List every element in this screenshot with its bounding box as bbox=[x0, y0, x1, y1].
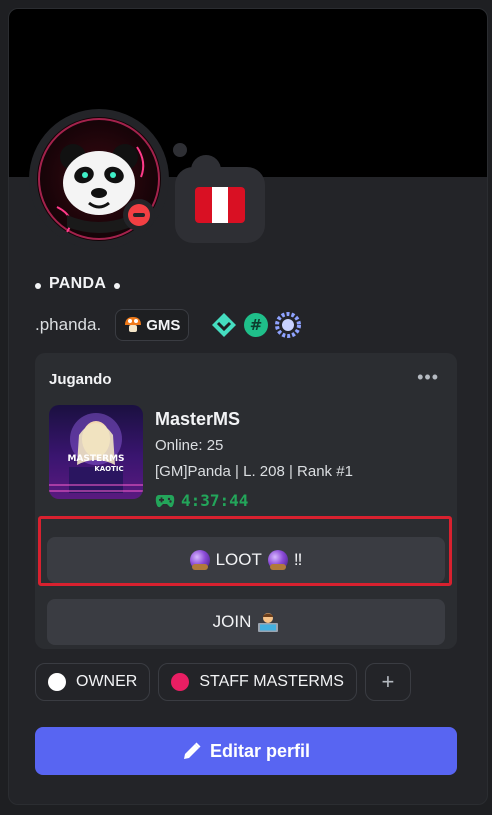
more-options-icon[interactable]: ••• bbox=[417, 367, 439, 388]
game-title: MasterMS bbox=[155, 409, 241, 429]
elapsed-time: 4:37:44 bbox=[181, 491, 249, 510]
decor-dot-right bbox=[114, 283, 121, 289]
thought-bubble-small bbox=[173, 143, 187, 157]
elapsed-timer: 4:37:44 bbox=[155, 491, 248, 510]
loot-suffix: ‼ bbox=[293, 550, 303, 569]
nitro-laurel-icon[interactable] bbox=[275, 312, 302, 338]
profile-card: PANDA .phanda. GMS # Jugando ••• MASTERM… bbox=[8, 8, 488, 805]
join-button[interactable]: JOIN bbox=[47, 599, 445, 645]
edit-profile-button[interactable]: Editar perfil bbox=[35, 727, 457, 775]
game-details: [GM]Panda | L. 208 | Rank #1 bbox=[155, 463, 353, 480]
activity-card: Jugando ••• MASTERMS KAOTIC MasterMS Onl… bbox=[35, 353, 457, 649]
svg-text:KAOTIC: KAOTIC bbox=[94, 465, 123, 473]
pencil-icon bbox=[183, 742, 201, 759]
gamepad-icon bbox=[155, 494, 175, 507]
hashtag-badge-icon[interactable]: # bbox=[243, 312, 269, 338]
username-row: .phanda. GMS # bbox=[35, 309, 302, 341]
loot-label: LOOT bbox=[215, 550, 262, 569]
loot-button[interactable]: LOOT ‼ bbox=[47, 537, 445, 583]
add-role-button[interactable]: + bbox=[364, 663, 411, 701]
role-label: OWNER bbox=[76, 673, 138, 690]
dnd-status-icon bbox=[123, 199, 155, 231]
hypesquad-balance-icon[interactable] bbox=[211, 312, 237, 338]
game-online-count: Online: 25 bbox=[155, 437, 224, 454]
svg-text:MASTERMS: MASTERMS bbox=[67, 454, 124, 464]
server-tag[interactable]: GMS bbox=[115, 309, 190, 341]
badge-list: # bbox=[211, 312, 302, 338]
crystal-ball-icon bbox=[189, 550, 210, 570]
role-list: OWNER STAFF MASTERMS + bbox=[35, 663, 411, 701]
svg-text:#: # bbox=[250, 316, 263, 334]
mushroom-icon bbox=[125, 317, 142, 332]
role-color-dot bbox=[48, 673, 66, 691]
peru-flag-icon bbox=[195, 187, 245, 223]
role-color-dot bbox=[171, 673, 190, 691]
join-label: JOIN bbox=[212, 612, 252, 631]
role-staff-masterms[interactable]: STAFF MASTERMS bbox=[158, 663, 357, 701]
game-art-icon: MASTERMS KAOTIC bbox=[49, 413, 143, 493]
role-label: STAFF MASTERMS bbox=[199, 673, 344, 690]
decor-dot-left bbox=[35, 283, 41, 289]
crystal-ball-icon bbox=[267, 550, 288, 570]
edit-profile-label: Editar perfil bbox=[209, 740, 311, 761]
display-name-text: PANDA bbox=[49, 275, 107, 292]
username: .phanda. bbox=[35, 315, 102, 334]
game-cover-image: MASTERMS KAOTIC bbox=[49, 405, 143, 499]
display-name: PANDA bbox=[35, 275, 121, 293]
server-tag-label: GMS bbox=[146, 316, 181, 334]
activity-header: Jugando bbox=[49, 371, 112, 388]
technologist-icon bbox=[258, 613, 279, 632]
role-owner[interactable]: OWNER bbox=[35, 663, 151, 701]
